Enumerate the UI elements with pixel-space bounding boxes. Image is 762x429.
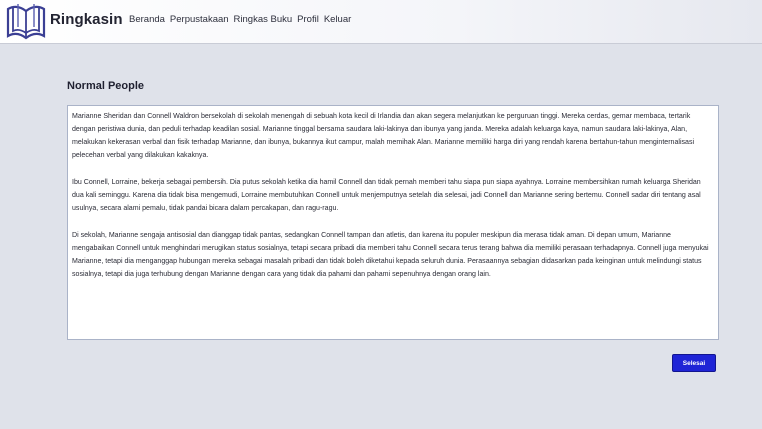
book-title: Normal People bbox=[67, 80, 145, 92]
done-button[interactable]: Selesai bbox=[672, 354, 716, 372]
book-logo-icon[interactable] bbox=[5, 1, 47, 41]
nav-keluar[interactable]: Keluar bbox=[324, 14, 351, 25]
summary-paragraph-1: Marianne Sheridan dan Connell Waldron be… bbox=[72, 113, 695, 159]
brand-name[interactable]: Ringkasin bbox=[50, 11, 123, 28]
nav-profil[interactable]: Profil bbox=[297, 14, 319, 25]
summary-paragraph-3: Di sekolah, Marianne sengaja antisosial … bbox=[72, 232, 709, 278]
nav-beranda[interactable]: Beranda bbox=[129, 14, 165, 25]
nav-perpustakaan[interactable]: Perpustakaan bbox=[170, 14, 229, 25]
main-nav: Beranda Perpustakaan Ringkas Buku Profil… bbox=[129, 14, 351, 25]
summary-textarea[interactable]: Marianne Sheridan dan Connell Waldron be… bbox=[67, 105, 719, 340]
top-navbar: Ringkasin Beranda Perpustakaan Ringkas B… bbox=[0, 0, 762, 44]
nav-ringkas-buku[interactable]: Ringkas Buku bbox=[234, 14, 293, 25]
summary-paragraph-2: Ibu Connell, Lorraine, bekerja sebagai p… bbox=[72, 179, 701, 212]
